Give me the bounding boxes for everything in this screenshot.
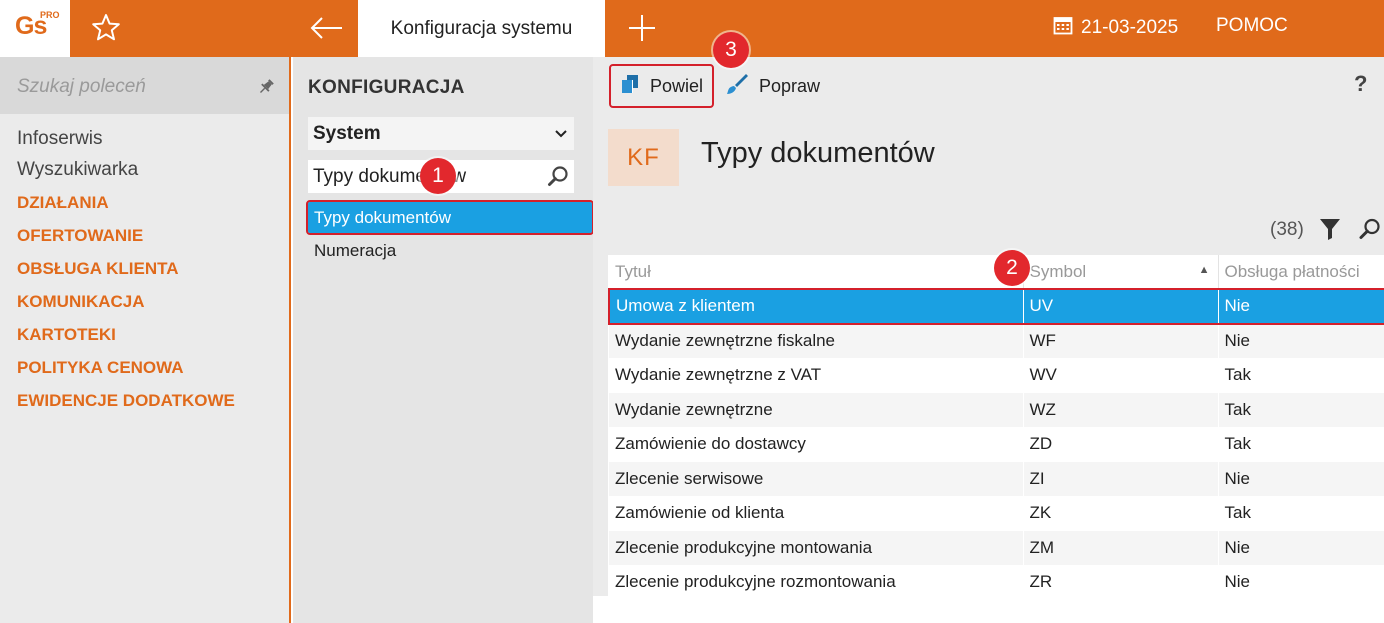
module-badge: KF <box>608 129 679 186</box>
cell-payment: Tak <box>1218 496 1384 531</box>
new-tab-plus-icon[interactable] <box>626 12 658 44</box>
nav-menu: Infoserwis Wyszukiwarka DZIAŁANIA OFERTO… <box>17 124 235 417</box>
cell-payment: Tak <box>1218 427 1384 462</box>
copy-button-label: Powiel <box>650 75 704 96</box>
cell-title: Zamówienie od klienta <box>609 496 1024 531</box>
step-badge-1: 1 <box>420 158 456 194</box>
cell-title: Wydanie zewnętrzne z VAT <box>609 358 1024 393</box>
nav-section-ofertowanie[interactable]: OFERTOWANIE <box>17 219 235 252</box>
table-row[interactable]: Umowa z klientem UV Nie <box>608 288 1384 325</box>
table-row[interactable]: Wydanie zewnętrzne WZ Tak <box>609 392 1384 427</box>
column-header-symbol-label: Symbol <box>1029 261 1087 281</box>
table-row[interactable]: Wydanie zewnętrzne z VAT WV Tak <box>609 358 1384 393</box>
cell-payment: Nie <box>1218 323 1384 358</box>
command-search-input[interactable] <box>17 73 247 101</box>
edit-button[interactable]: Popraw <box>716 64 829 108</box>
sort-ascending-icon: ▲ <box>1198 263 1210 276</box>
top-bar: Gs PRO Konfiguracja systemu 21-03-2025 P… <box>0 0 1384 57</box>
table-row[interactable]: Zlecenie produkcyjne montowania ZM Nie <box>609 530 1384 565</box>
config-item-typy-dokumentow[interactable]: Typy dokumentów <box>306 200 594 235</box>
nav-section-obsluga-klienta[interactable]: OBSŁUGA KLIENTA <box>17 252 235 285</box>
edit-button-label: Popraw <box>759 75 821 96</box>
config-item-list: Typy dokumentów Numeracja <box>306 200 594 268</box>
record-count: (38) <box>1270 219 1304 240</box>
cell-title: Zamówienie do dostawcy <box>609 427 1024 462</box>
cell-title: Zlecenie produkcyjne montowania <box>609 530 1024 565</box>
cell-symbol: ZK <box>1023 496 1219 531</box>
nav-section-kartoteki[interactable]: KARTOTEKI <box>17 318 235 351</box>
cell-payment: Nie <box>1218 461 1384 496</box>
cell-title: Wydanie zewnętrzne <box>609 392 1024 427</box>
tab-konfiguracja-systemu[interactable]: Konfiguracja systemu <box>358 0 605 57</box>
panel-title: KONFIGURACJA <box>308 77 465 98</box>
nav-section-ewidencje-dodatkowe[interactable]: EWIDENCJE DODATKOWE <box>17 384 235 417</box>
cell-symbol: UV <box>1023 288 1219 325</box>
search-icon[interactable] <box>547 165 569 187</box>
cell-title: Zlecenie serwisowe <box>609 461 1024 496</box>
cell-payment: Tak <box>1218 392 1384 427</box>
table-search-icon[interactable] <box>1358 217 1382 241</box>
nav-section-dzialania[interactable]: DZIAŁANIA <box>17 186 235 219</box>
column-header-payment[interactable]: Obsługa płatności <box>1218 255 1384 289</box>
logo-superscript: PRO <box>40 10 60 20</box>
chevron-down-icon <box>554 123 568 145</box>
nav-section-komunikacja[interactable]: KOMUNIKACJA <box>17 285 235 318</box>
configuration-panel: KONFIGURACJA System Typy dokumentów Nume… <box>293 57 594 623</box>
cell-payment: Tak <box>1218 358 1384 393</box>
help-link[interactable]: POMOC <box>1216 15 1288 37</box>
calendar-icon <box>1053 15 1073 41</box>
copy-button[interactable]: Powiel <box>609 64 714 108</box>
cell-symbol: WF <box>1023 323 1219 358</box>
table-row[interactable]: Zlecenie produkcyjne rozmontowania ZR Ni… <box>609 565 1384 596</box>
cell-title: Wydanie zewnętrzne fiskalne <box>609 323 1024 358</box>
cell-payment: Nie <box>1218 530 1384 565</box>
nav-item-infoserwis[interactable]: Infoserwis <box>17 124 235 155</box>
category-select-value: System <box>313 122 381 144</box>
table-row[interactable]: Wydanie zewnętrzne fiskalne WF Nie <box>609 323 1384 358</box>
app-logo[interactable]: Gs PRO <box>0 0 70 57</box>
pin-icon[interactable] <box>256 77 276 97</box>
table-row[interactable]: Zamówienie od klienta ZK Tak <box>609 496 1384 531</box>
table-row[interactable]: Zlecenie serwisowe ZI Nie <box>609 461 1384 496</box>
nav-section-polityka-cenowa[interactable]: POLITYKA CENOWA <box>17 351 235 384</box>
cell-symbol: WZ <box>1023 392 1219 427</box>
left-navigation: Infoserwis Wyszukiwarka DZIAŁANIA OFERTO… <box>0 57 291 623</box>
help-button[interactable]: ? <box>1354 71 1367 97</box>
duplicate-icon <box>620 74 640 99</box>
config-item-numeracja[interactable]: Numeracja <box>308 235 592 266</box>
filter-icon[interactable] <box>1319 217 1341 241</box>
cell-payment: Nie <box>1218 565 1384 596</box>
cell-symbol: ZM <box>1023 530 1219 565</box>
brush-icon <box>725 72 749 101</box>
cell-symbol: ZR <box>1023 565 1219 596</box>
action-toolbar: Powiel Popraw ? <box>593 57 1384 113</box>
nav-item-wyszukiwarka[interactable]: Wyszukiwarka <box>17 155 235 186</box>
favorites-star-icon[interactable] <box>90 12 122 44</box>
page-title: Typy dokumentów <box>701 137 935 169</box>
step-badge-3: 3 <box>713 32 749 68</box>
step-badge-2: 2 <box>994 250 1030 286</box>
cell-title: Zlecenie produkcyjne rozmontowania <box>609 565 1024 596</box>
cell-symbol: ZI <box>1023 461 1219 496</box>
main-content: Powiel Popraw ? KF Typy dokumentów (38) … <box>593 57 1384 623</box>
category-select[interactable]: System <box>308 117 574 150</box>
back-arrow-icon[interactable] <box>307 12 345 44</box>
documents-table: Tytuł Symbol ▲ Obsługa płatności Umowa z … <box>608 255 1384 596</box>
date-display[interactable]: 21-03-2025 <box>1053 15 1178 41</box>
table-row[interactable]: Zamówienie do dostawcy ZD Tak <box>609 427 1384 462</box>
cell-payment: Nie <box>1218 288 1384 325</box>
cell-symbol: WV <box>1023 358 1219 393</box>
cell-title: Umowa z klientem <box>608 288 1024 325</box>
date-text: 21-03-2025 <box>1081 17 1179 38</box>
command-search-row <box>0 57 289 114</box>
column-header-symbol[interactable]: Symbol ▲ <box>1023 255 1219 289</box>
column-header-title[interactable]: Tytuł <box>609 255 1024 289</box>
cell-symbol: ZD <box>1023 427 1219 462</box>
